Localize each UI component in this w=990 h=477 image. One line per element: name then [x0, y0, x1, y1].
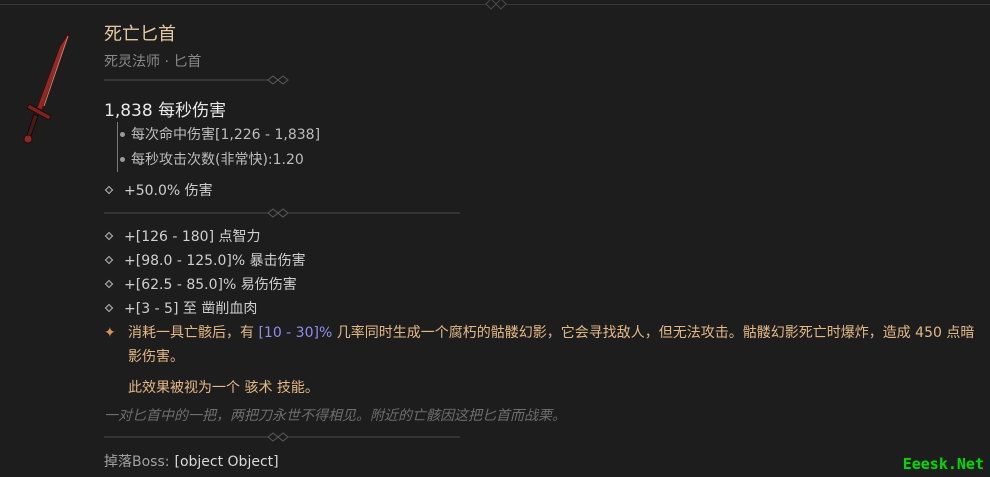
dagger-icon: [23, 31, 71, 144]
divider-ornament-icon: [104, 432, 460, 442]
item-name: 死亡匕首: [104, 24, 176, 45]
bullet-diamond-icon: [104, 279, 114, 289]
divider-ornament-icon: [104, 75, 289, 85]
bullet-diamond-icon: [104, 185, 114, 195]
attack-speed: 每秒攻击次数(非常快):1.20: [120, 149, 304, 169]
legendary-power: ✦ 消耗一具亡骸后，有 [10 - 30]% 几率同时生成一个腐朽的骷髅幻影，它…: [104, 321, 984, 369]
item-tooltip: 死亡匕首 死灵法师 · 匕首 1,838 每秒伤害 每次命中伤害[1,226 -…: [0, 0, 990, 477]
drop-source: 掉落Boss: [object Object]: [104, 454, 279, 470]
affix-row: +[62.5 - 85.0]% 易伤伤害: [104, 274, 297, 294]
legendary-note: 此效果被视为一个 骇术 技能。: [128, 380, 319, 396]
stat-tree-line: [117, 122, 118, 172]
bullet-diamond-icon: [104, 255, 114, 265]
tree-node-icon: [120, 131, 125, 137]
divider-ornament-icon: [104, 208, 460, 218]
legendary-power-text: 消耗一具亡骸后，有 [10 - 30]% 几率同时生成一个腐朽的骷髅幻影，它会寻…: [128, 325, 975, 365]
affix-row: +[98.0 - 125.0]% 暴击伤害: [104, 250, 306, 270]
bullet-diamond-icon: [104, 231, 114, 241]
top-divider-ornament-icon: [485, 0, 507, 10]
tree-node-icon: [120, 156, 125, 162]
dps-value: 1,838 每秒伤害: [104, 101, 227, 121]
watermark: Eeesk.Net: [902, 455, 984, 473]
flavor-text: 一对匕首中的一把，两把刀永世不得相见。附近的亡骸因这把匕首而战栗。: [104, 408, 566, 424]
legendary-star-icon: ✦: [104, 325, 116, 341]
damage-per-hit: 每次命中伤害[1,226 - 1,838]: [120, 124, 320, 144]
affix-row: +[3 - 5] 至 凿削血肉: [104, 298, 257, 318]
item-type: 死灵法师 · 匕首: [104, 54, 202, 70]
bullet-diamond-icon: [104, 303, 114, 313]
implicit-affix: +50.0% 伤害: [104, 180, 213, 200]
affix-row: +[126 - 180] 点智力: [104, 226, 261, 246]
